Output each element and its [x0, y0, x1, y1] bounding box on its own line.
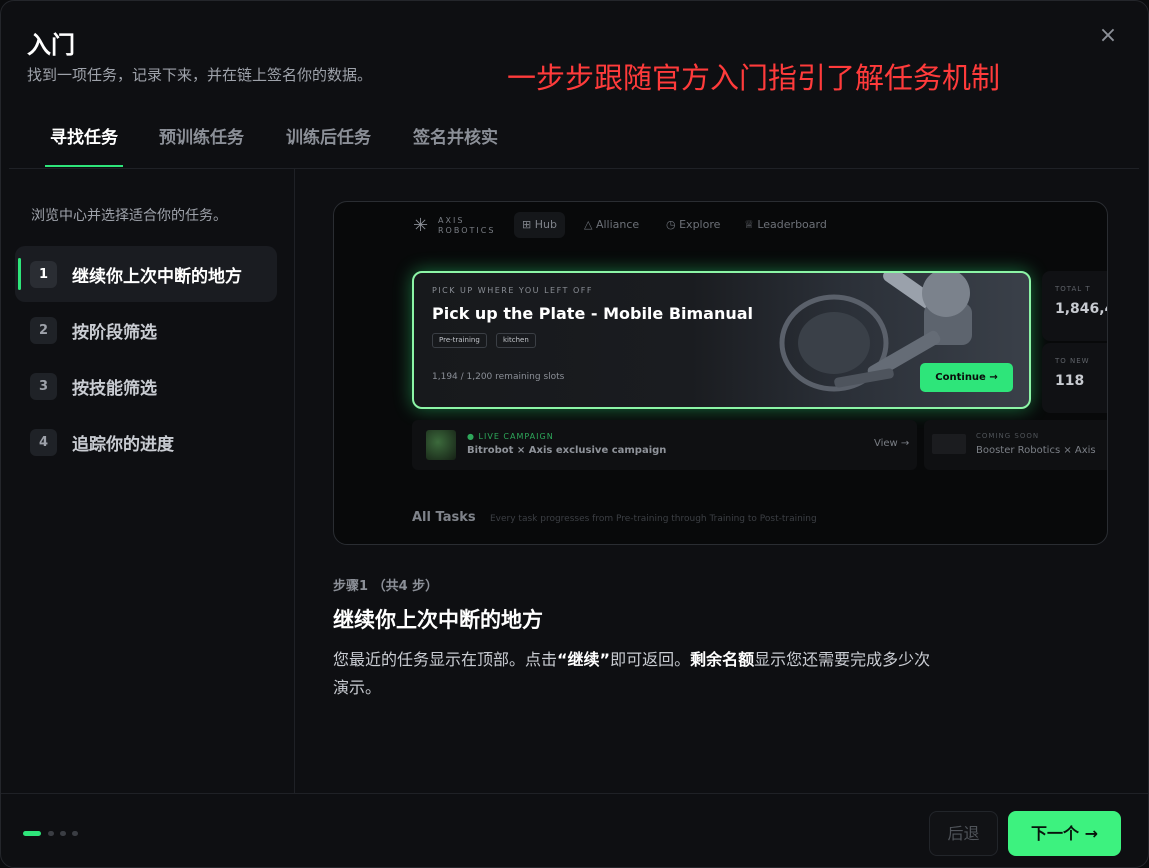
- tab-find-task[interactable]: 寻找任务: [50, 123, 118, 148]
- tab-sign-verify[interactable]: 签名并核实: [413, 123, 498, 148]
- step-item-4[interactable]: 4 追踪你的进度: [15, 414, 277, 470]
- preview-continue-button: Continue →: [920, 363, 1013, 392]
- step-number: 4: [30, 429, 57, 456]
- onboarding-modal: 入门 找到一项任务，记录下来，并在链上签名你的数据。 一步步跟随官方入门指引了解…: [0, 0, 1149, 868]
- preview-stat-new: TO NEW 118: [1042, 343, 1107, 413]
- stat-value: 118: [1055, 373, 1085, 389]
- next-button[interactable]: 下一个 →: [1008, 811, 1121, 856]
- tab-pretraining-task[interactable]: 预训练任务: [159, 123, 244, 148]
- brand-line-1: AXIS: [438, 216, 465, 225]
- step-number: 2: [30, 317, 57, 344]
- preview-all-tasks: All Tasks: [412, 510, 476, 525]
- card-slots: 1,194 / 1,200 remaining slots: [432, 372, 565, 382]
- step-item-3[interactable]: 3 按技能筛选: [15, 358, 277, 414]
- campaign-view-link: View →: [874, 438, 910, 449]
- coming-title: Booster Robotics × Axis: [976, 445, 1096, 456]
- nav-label: Hub: [534, 218, 557, 231]
- preview-stat-total: TOTAL T 1,846,4: [1042, 271, 1107, 341]
- step-number: 1: [30, 261, 57, 288]
- step-description: 您最近的任务显示在顶部。点击“继续”即可返回。剩余名额显示您还需要完成多少次演示…: [333, 646, 933, 702]
- preview-nav-hub: ⊞ Hub: [514, 212, 565, 238]
- stat-value: 1,846,4: [1055, 301, 1107, 317]
- brand-line-2: ROBOTICS: [438, 226, 496, 235]
- steps-sidebar: 浏览中心并选择适合你的任务。 1 继续你上次中断的地方 2 按阶段筛选 3 按技…: [1, 169, 295, 793]
- tab-bar: 寻找任务 预训练任务 训练后任务 签名并核实: [9, 113, 1139, 169]
- card-tag: Pre-training: [432, 333, 487, 348]
- campaign-thumbnail: [426, 430, 456, 460]
- close-icon[interactable]: ×: [1097, 25, 1119, 47]
- preview-coming-soon: COMING SOON Booster Robotics × Axis: [924, 420, 1107, 470]
- modal-subtitle: 找到一项任务，记录下来，并在链上签名你的数据。: [27, 66, 373, 84]
- preview-brand: AXIS ROBOTICS: [438, 216, 495, 236]
- preview-all-tasks-sub: Every task progresses from Pre-training …: [490, 514, 817, 524]
- tab-posttraining-task[interactable]: 训练后任务: [286, 123, 371, 148]
- preview-nav-alliance: △ Alliance: [584, 218, 640, 231]
- step-label: 继续你上次中断的地方: [72, 267, 242, 287]
- desc-text: 您最近的任务显示在顶部。点击: [333, 650, 558, 669]
- step-label: 按技能筛选: [72, 379, 157, 399]
- sidebar-hint: 浏览中心并选择适合你的任务。: [31, 208, 227, 224]
- stat-label: TOTAL T: [1055, 285, 1091, 293]
- card-kicker: PICK UP WHERE YOU LEFT OFF: [432, 286, 593, 295]
- stat-label: TO NEW: [1055, 357, 1090, 365]
- step-preview-image: ✳ AXIS ROBOTICS ⊞ Hub △ Alliance ◷ Explo…: [333, 201, 1108, 545]
- annotation-text: 一步步跟随官方入门指引了解任务机制: [507, 61, 1001, 95]
- step-label: 按阶段筛选: [72, 323, 157, 343]
- coming-thumbnail: [932, 434, 966, 454]
- nav-label: Alliance: [595, 218, 640, 231]
- step-title: 继续你上次中断的地方: [333, 608, 543, 632]
- desc-bold: “继续”: [557, 650, 611, 669]
- coming-kicker: COMING SOON: [976, 432, 1040, 440]
- active-step-bar: [18, 258, 21, 290]
- page-dot-4: [72, 831, 78, 836]
- preview-task-card: PICK UP WHERE YOU LEFT OFF Pick up the P…: [412, 271, 1031, 409]
- nav-label: Leaderboard: [757, 218, 827, 231]
- campaign-title: Bitrobot × Axis exclusive campaign: [467, 445, 667, 456]
- active-tab-indicator: [45, 165, 123, 167]
- back-button[interactable]: 后退: [929, 811, 998, 856]
- preview-nav-explore: ◷ Explore: [666, 218, 721, 231]
- step-counter: 步骤1 （共4 步）: [333, 579, 439, 594]
- preview-campaign-banner: ● LIVE CAMPAIGN Bitrobot × Axis exclusiv…: [412, 420, 917, 470]
- page-dot-1: [23, 831, 41, 836]
- step-label: 追踪你的进度: [72, 435, 174, 455]
- nav-label: Explore: [679, 218, 721, 231]
- axis-logo-icon: ✳: [413, 215, 429, 236]
- desc-text: 即可返回。: [610, 650, 691, 669]
- page-dot-3: [60, 831, 66, 836]
- step-number: 3: [30, 373, 57, 400]
- card-task-title: Pick up the Plate - Mobile Bimanual: [432, 304, 754, 323]
- step-item-1[interactable]: 1 继续你上次中断的地方: [15, 246, 277, 302]
- modal-title: 入门: [27, 31, 75, 59]
- modal-footer: 后退 下一个 →: [1, 793, 1148, 867]
- campaign-kicker: ● LIVE CAMPAIGN: [467, 432, 554, 441]
- preview-nav-leaderboard: ♕ Leaderboard: [744, 218, 827, 231]
- card-tag: kitchen: [496, 333, 536, 348]
- page-dot-2: [48, 831, 54, 836]
- step-item-2[interactable]: 2 按阶段筛选: [15, 302, 277, 358]
- desc-bold: 剩余名额: [690, 650, 755, 669]
